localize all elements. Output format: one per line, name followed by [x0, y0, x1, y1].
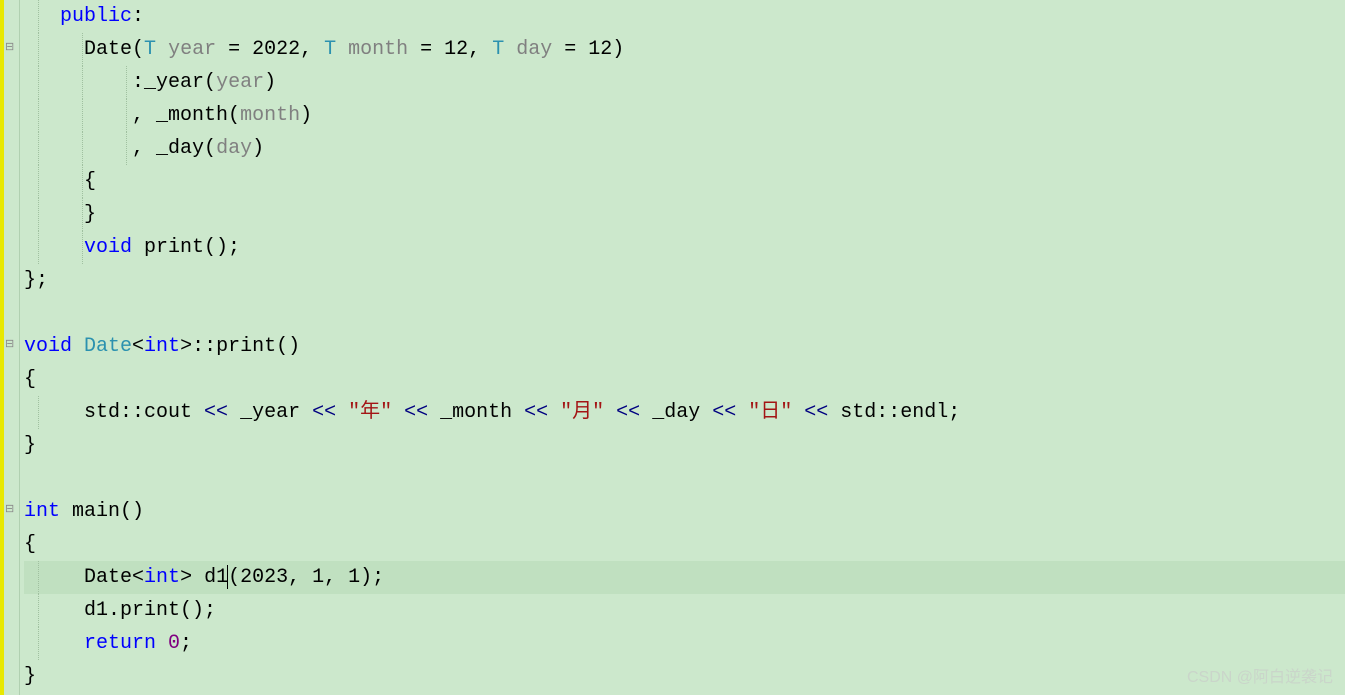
code-line[interactable]: public:	[24, 0, 1345, 33]
code-line[interactable]: :_year(year)	[24, 66, 1345, 99]
code-line[interactable]: {	[24, 165, 1345, 198]
code-line[interactable]	[24, 462, 1345, 495]
code-editor: ⊟ ⊟ ⊟ public: Date(T year = 2022, T mont…	[0, 0, 1345, 695]
code-line[interactable]: int main()	[24, 495, 1345, 528]
fold-icon[interactable]: ⊟	[5, 42, 14, 53]
code-line[interactable]: d1.print();	[24, 594, 1345, 627]
gutter: ⊟ ⊟ ⊟	[0, 0, 20, 695]
code-line-active[interactable]: Date<int> d1(2023, 1, 1);	[24, 561, 1345, 594]
code-line[interactable]: {	[24, 528, 1345, 561]
fold-icon[interactable]: ⊟	[5, 504, 14, 515]
code-line[interactable]: }	[24, 660, 1345, 693]
code-line[interactable]: std::cout << _year << "年" << _month << "…	[24, 396, 1345, 429]
code-line[interactable]: return 0;	[24, 627, 1345, 660]
watermark: CSDN @阿白逆袭记	[1187, 663, 1333, 687]
code-line[interactable]: , _month(month)	[24, 99, 1345, 132]
code-line[interactable]	[24, 297, 1345, 330]
code-line[interactable]: Date(T year = 2022, T month = 12, T day …	[24, 33, 1345, 66]
code-line[interactable]: };	[24, 264, 1345, 297]
code-line[interactable]: }	[24, 429, 1345, 462]
code-line[interactable]: {	[24, 363, 1345, 396]
code-line[interactable]: void print();	[24, 231, 1345, 264]
code-line[interactable]: , _day(day)	[24, 132, 1345, 165]
gutter-highlight	[0, 0, 4, 695]
code-line[interactable]: }	[24, 198, 1345, 231]
code-area[interactable]: public: Date(T year = 2022, T month = 12…	[20, 0, 1345, 695]
fold-icon[interactable]: ⊟	[5, 339, 14, 350]
code-line[interactable]: void Date<int>::print()	[24, 330, 1345, 363]
